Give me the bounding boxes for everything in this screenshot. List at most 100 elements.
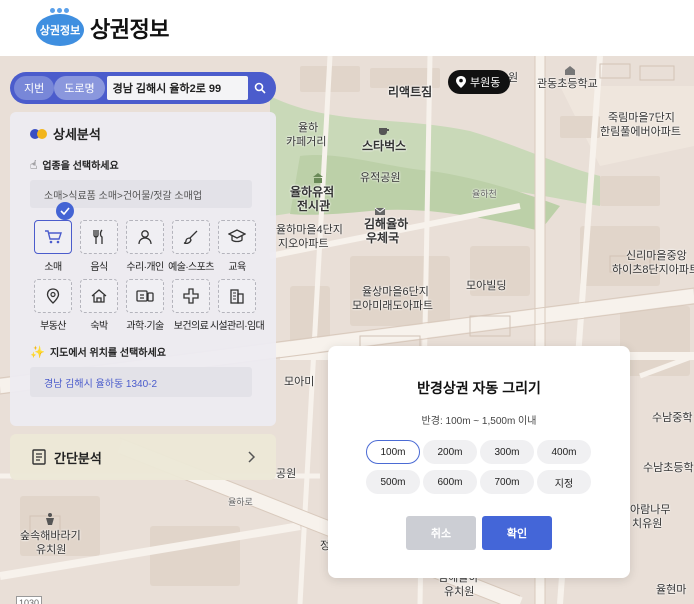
tab-road-name[interactable]: 도로명 bbox=[54, 76, 105, 100]
cancel-button[interactable]: 취소 bbox=[406, 516, 476, 550]
school-icon bbox=[565, 66, 575, 75]
category-arts-box bbox=[172, 220, 210, 254]
detail-analysis-panel: 상세분석 ☝ 업종을 선택하세요 소매>식료품 소매>건어물/젓갈 소매업 소매… bbox=[10, 112, 276, 426]
map-label-starbucks: 스타벅스 bbox=[362, 139, 407, 153]
category-lodging[interactable]: 숙박 bbox=[76, 279, 122, 332]
sparkle-icon: ✨ bbox=[30, 344, 45, 359]
category-retail-box bbox=[34, 220, 72, 254]
logo[interactable]: 상권정보 bbox=[34, 8, 86, 48]
radius-option-200m[interactable]: 200m bbox=[423, 440, 477, 464]
hand-pointer-icon: ☝ bbox=[30, 157, 38, 172]
map-label-park2: 공원 bbox=[276, 468, 297, 480]
person-icon bbox=[138, 230, 152, 245]
post-icon bbox=[374, 207, 386, 215]
map-label-museum: 율하유적 bbox=[290, 185, 335, 199]
map-pin-icon bbox=[46, 288, 60, 304]
map-label-apt6: 율상마을6단지 bbox=[362, 286, 429, 298]
map-label-moami: 모아미 bbox=[284, 376, 315, 388]
map-label-park: 유적공원 bbox=[360, 172, 401, 184]
location-pill[interactable]: 부원동 bbox=[448, 70, 511, 94]
radius-options: 100m 200m 300m 400m 500m 600m 700m 지정 bbox=[366, 440, 591, 494]
map-label-gym: 리액트짐 bbox=[388, 85, 433, 99]
category-label: 음식 bbox=[90, 262, 108, 273]
map-label-apt8b: 하이츠8단지아파트 bbox=[612, 264, 694, 276]
map-label-museum-b: 전시관 bbox=[297, 199, 331, 213]
cafe-icon bbox=[379, 128, 389, 135]
map-label-stream: 율하천 bbox=[472, 189, 497, 199]
modal-subtitle: 반경: 100m ~ 1,500m 이내 bbox=[421, 416, 537, 427]
selected-address-field[interactable]: 경남 김해시 율하동 1340-2 bbox=[30, 367, 252, 397]
category-education-box bbox=[218, 220, 256, 254]
category-facility[interactable]: 시설관리·임대 bbox=[210, 279, 265, 332]
map-label-elementary: 수남초등학 bbox=[643, 462, 694, 474]
category-label: 보건의료 bbox=[173, 321, 209, 332]
brush-icon bbox=[183, 230, 198, 245]
map-label-apt8: 신리마을중앙 bbox=[626, 250, 687, 262]
map-label-yulhyeon: 율현마 bbox=[656, 584, 687, 596]
map-label-apt4: 율하마을4단지 bbox=[276, 224, 343, 236]
address-search-bar: 지번 도로명 경남 김해시 율하2로 99 bbox=[10, 72, 276, 104]
map-label-kinder2b: 유치원 bbox=[36, 544, 67, 556]
utensils-icon bbox=[93, 229, 103, 244]
category-retail[interactable]: 소매 bbox=[30, 220, 76, 273]
map-label-school: 관동초등학교 bbox=[537, 78, 598, 90]
chevron-right-icon bbox=[248, 451, 256, 463]
map-label-apt1b: 한림풀에버아파트 bbox=[600, 126, 681, 138]
radius-option-300m[interactable]: 300m bbox=[480, 440, 534, 464]
search-button[interactable] bbox=[248, 76, 272, 100]
building-icon bbox=[230, 289, 244, 304]
radius-option-500m[interactable]: 500m bbox=[366, 470, 420, 494]
location-pill-label: 부원동 bbox=[470, 77, 501, 89]
radius-option-700m[interactable]: 700m bbox=[480, 470, 534, 494]
document-icon bbox=[32, 449, 46, 465]
radius-option-400m[interactable]: 400m bbox=[537, 440, 591, 464]
category-food[interactable]: 음식 bbox=[76, 220, 122, 273]
simple-analysis-button[interactable]: 간단분석 bbox=[10, 434, 276, 480]
category-realestate-box bbox=[34, 279, 72, 313]
category-label: 시설관리·임대 bbox=[209, 321, 265, 332]
category-grid: 소매 음식 수리·개인 예술·스포츠 교육 부동산 숙박 과학·기술 보건의료 … bbox=[30, 220, 265, 332]
detail-logo-icon bbox=[30, 128, 47, 139]
app-header: 상권정보 상권정보 bbox=[0, 0, 694, 56]
category-facility-box bbox=[218, 279, 256, 313]
category-lodging-box bbox=[80, 279, 118, 313]
panel-header[interactable]: 상세분석 bbox=[30, 124, 256, 143]
museum-icon bbox=[313, 173, 323, 183]
panel-title: 상세분석 bbox=[53, 127, 101, 142]
category-science[interactable]: 과학·기술 bbox=[122, 279, 168, 332]
map-label-post-b: 우체국 bbox=[366, 231, 400, 245]
map-label-cafe-street: 카페거리 bbox=[286, 136, 327, 148]
logo-bubble: 상권정보 bbox=[36, 14, 84, 46]
modal-actions: 취소 확인 bbox=[406, 516, 552, 550]
map-road-number: 1030 bbox=[16, 596, 43, 604]
radius-modal: 반경상권 자동 그리기 반경: 100m ~ 1,500m 이내 100m 20… bbox=[328, 346, 630, 578]
cross-icon bbox=[183, 288, 199, 304]
category-education[interactable]: 교육 bbox=[214, 220, 260, 273]
category-repair-box bbox=[126, 220, 164, 254]
category-arts[interactable]: 예술·스포츠 bbox=[168, 220, 214, 273]
brand-title: 상권정보 bbox=[90, 17, 169, 42]
map-label-middle-school: 수남중학 bbox=[652, 412, 693, 424]
category-science-box bbox=[126, 279, 164, 313]
simple-analysis-label: 간단분석 bbox=[54, 450, 102, 466]
step-select-location-label: 지도에서 위치를 선택하세요 bbox=[49, 348, 166, 359]
radius-option-600m[interactable]: 600m bbox=[423, 470, 477, 494]
search-input[interactable]: 경남 김해시 율하2로 99 bbox=[106, 76, 248, 100]
map-label-apt6b: 모아미래도아파트 bbox=[352, 300, 433, 312]
category-label: 부동산 bbox=[40, 321, 66, 332]
category-health[interactable]: 보건의료 bbox=[168, 279, 214, 332]
radius-option-custom[interactable]: 지정 bbox=[537, 470, 591, 494]
map-label-apt4b: 지오아파트 bbox=[278, 238, 329, 250]
device-icon bbox=[136, 290, 154, 302]
category-realestate[interactable]: 부동산 bbox=[30, 279, 76, 332]
tab-lot-number[interactable]: 지번 bbox=[14, 76, 55, 100]
confirm-button[interactable]: 확인 bbox=[482, 516, 552, 550]
modal-title: 반경상권 자동 그리기 bbox=[417, 380, 541, 396]
map-label-kinder1b: 치유원 bbox=[632, 518, 663, 530]
map-label-yulha: 율하 bbox=[298, 122, 319, 134]
radius-option-100m[interactable]: 100m bbox=[366, 440, 420, 464]
category-repair[interactable]: 수리·개인 bbox=[122, 220, 168, 273]
selected-check-icon bbox=[56, 202, 74, 220]
map-label-kinder3b: 유치원 bbox=[444, 586, 475, 598]
step-select-category: ☝ 업종을 선택하세요 bbox=[30, 157, 256, 173]
